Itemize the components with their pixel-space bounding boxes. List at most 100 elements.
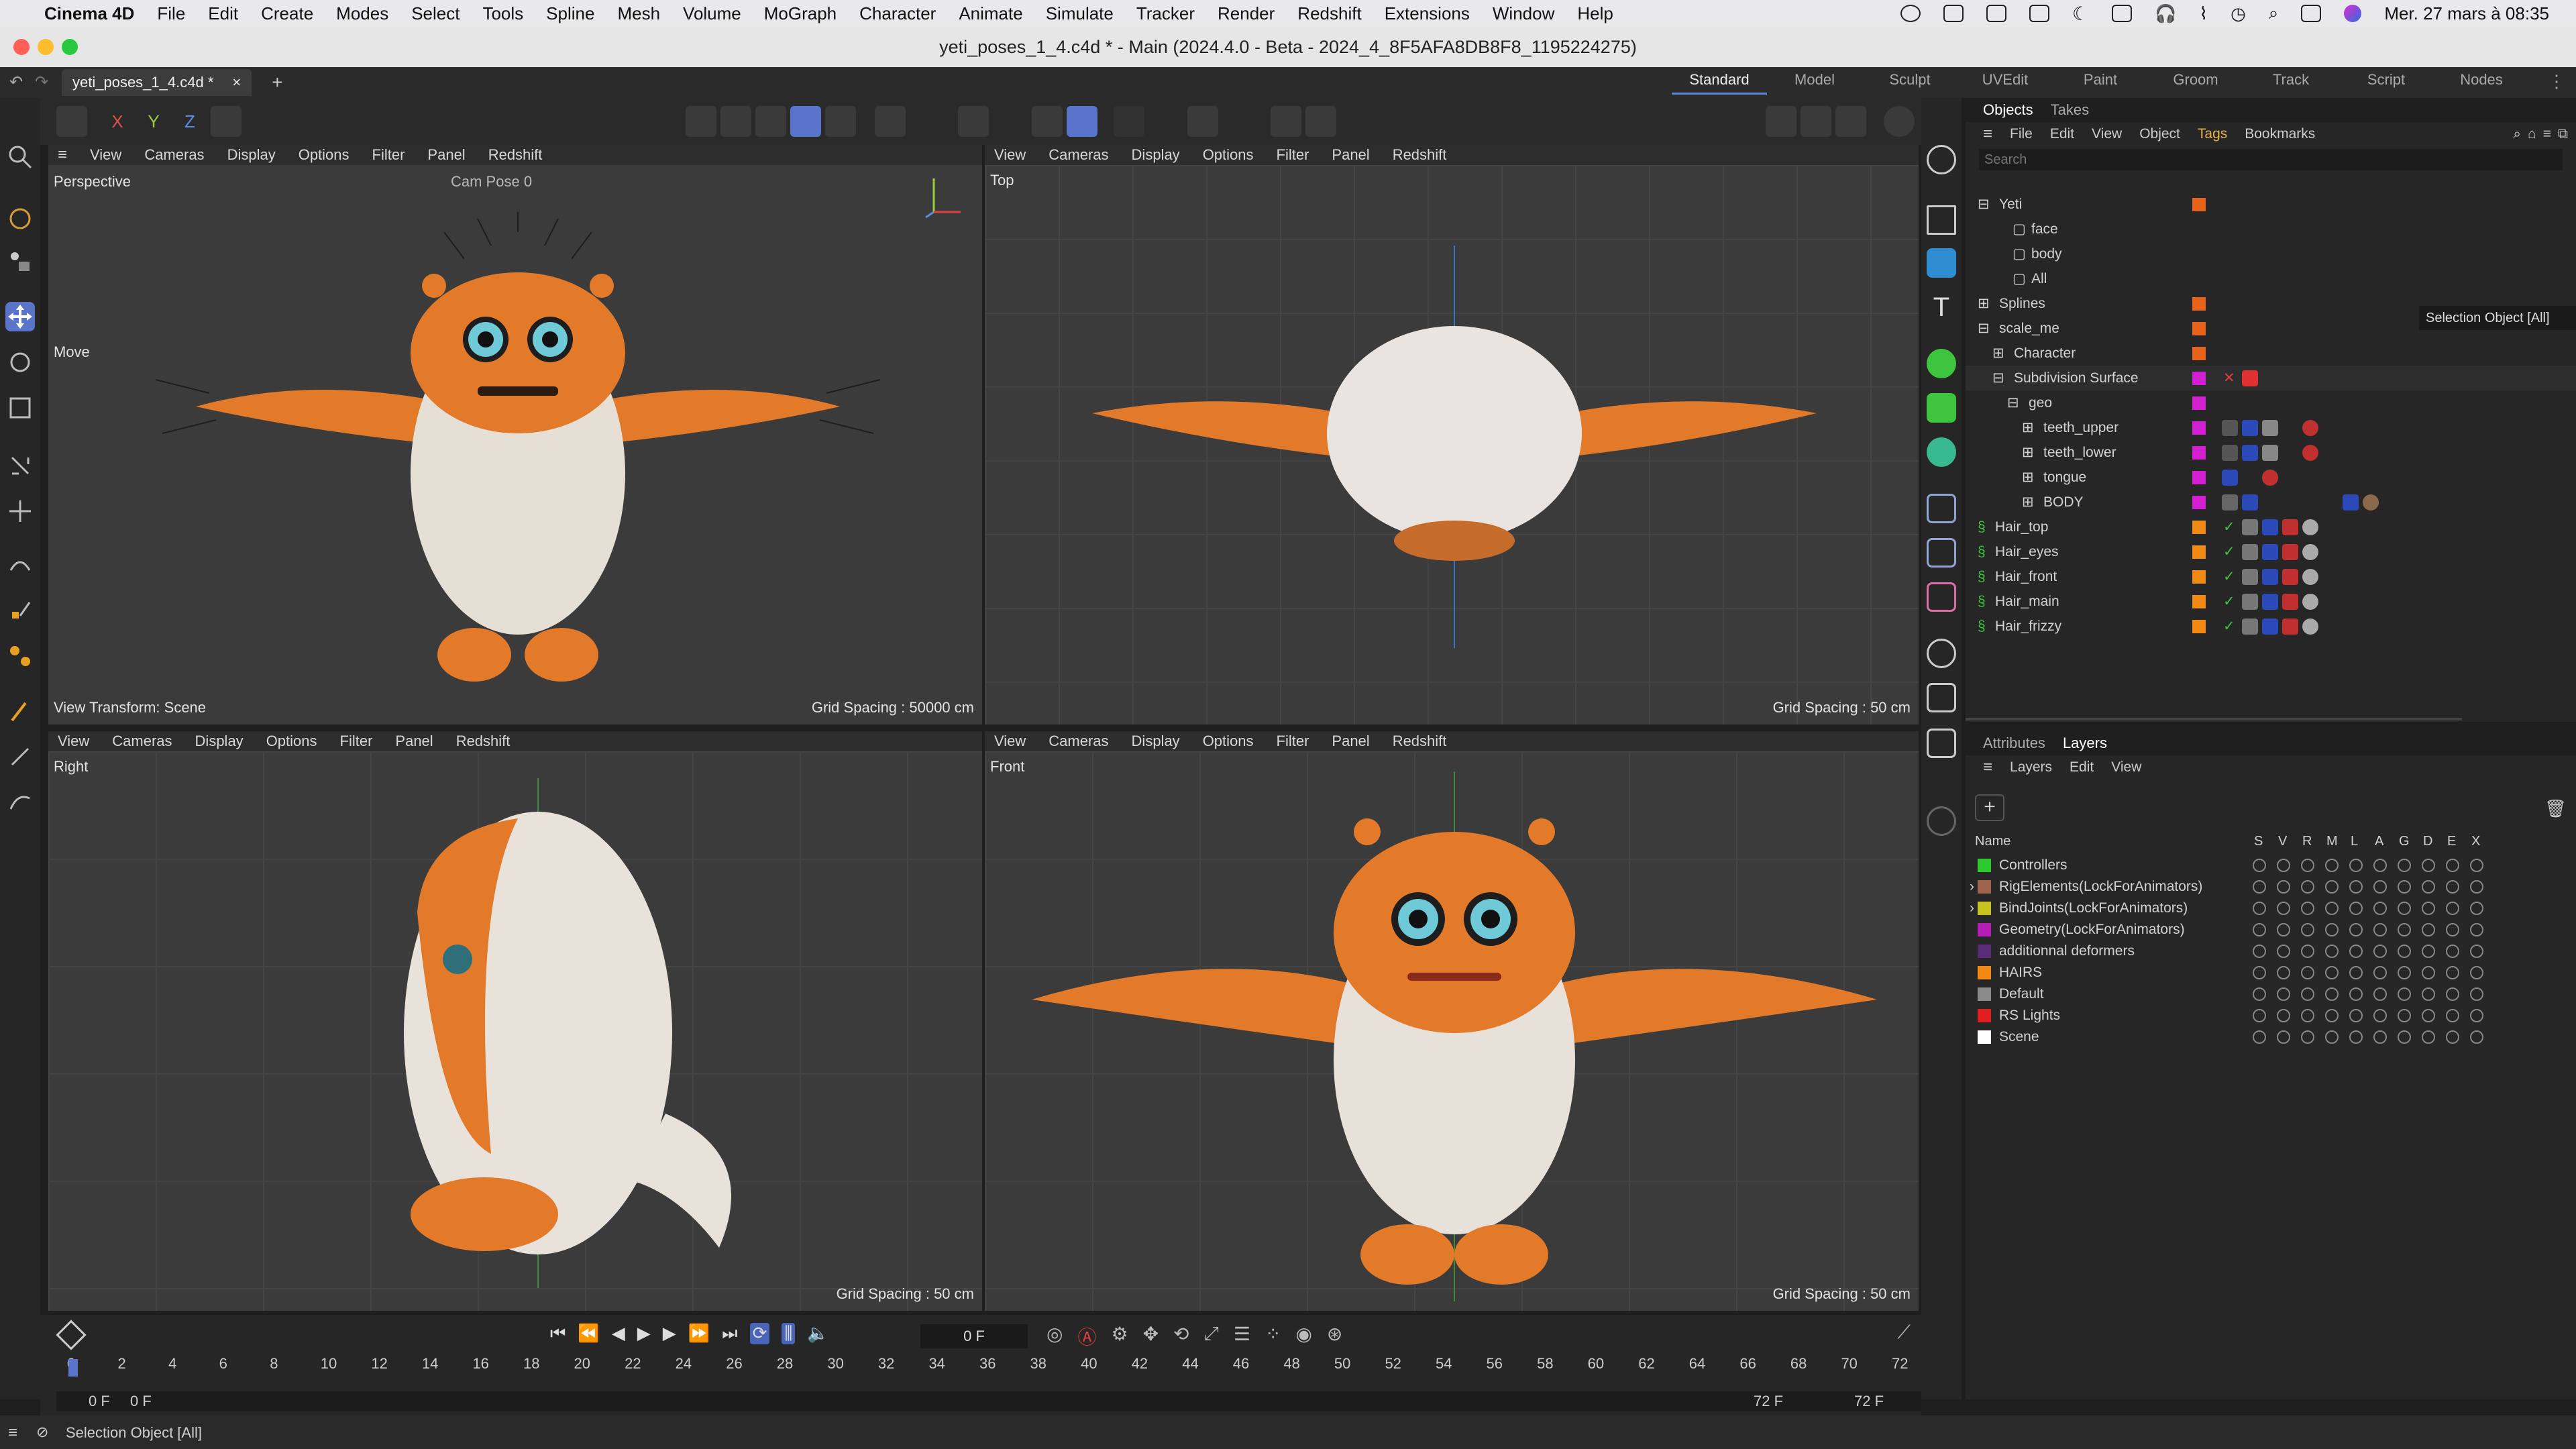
layer-toggle-icon[interactable] [2253,859,2266,872]
object-row[interactable]: § Hair_eyes ✓ [1966,539,2576,564]
menu-character[interactable]: Character [859,3,936,24]
magnet-icon[interactable] [958,106,989,137]
range-start[interactable]: 0 F [89,1393,110,1410]
layer-toggle-icon[interactable] [2253,966,2266,979]
menu-panel[interactable]: Panel [1332,733,1369,750]
tracker-icon[interactable] [1927,582,1956,612]
moon-icon[interactable]: ☾ [2072,3,2089,25]
layer-toggle-icon[interactable] [2349,966,2363,979]
menu-spline[interactable]: Spline [546,3,594,24]
layer-toggle-icon[interactable] [2470,966,2483,979]
expand-icon[interactable]: ⊟ [1978,316,1990,341]
menu-create[interactable]: Create [261,3,313,24]
menu-volume[interactable]: Volume [683,3,741,24]
texture-tag-icon[interactable] [2262,569,2278,585]
layer-color-swatch[interactable] [1978,945,1991,958]
menu-display[interactable]: Display [1132,733,1180,750]
layer-color-swatch[interactable] [2192,297,2206,311]
viewport-front[interactable]: View Cameras Display Options Filter Pane… [985,731,1919,1311]
rotate-tool-icon[interactable] [5,347,35,377]
layer-toggle-icon[interactable] [2446,923,2459,936]
layer-row[interactable]: › RigElements(LockForAnimators) [1966,876,2576,898]
placement-tool-icon[interactable] [5,496,35,526]
menu-window[interactable]: Window [1493,3,1554,24]
layer-toggle-icon[interactable] [2398,1009,2411,1022]
layout-uvedit[interactable]: UVEdit [1957,71,2053,95]
layer-color-swatch[interactable] [2192,595,2206,608]
layout-standard[interactable]: Standard [1672,71,1767,95]
control-center-icon[interactable] [2301,5,2322,22]
layer-toggle-icon[interactable] [2446,1009,2459,1022]
render-settings-icon[interactable] [1835,106,1866,137]
layer-toggle-icon[interactable] [2446,987,2459,1001]
menu-tools[interactable]: Tools [482,3,523,24]
mograph-icon[interactable] [1927,393,1956,423]
material-tag-icon[interactable] [2302,569,2318,585]
environment-icon[interactable] [1927,639,1956,668]
trash-icon[interactable]: 🗑 [2544,798,2567,819]
enabled-check-icon[interactable]: ✓ [2223,589,2235,614]
layer-toggle-icon[interactable] [2325,945,2339,958]
layer-toggle-icon[interactable] [2422,859,2435,872]
scene-icon[interactable] [1927,538,1956,568]
text-object-icon[interactable]: T [1927,292,1956,322]
menu-filter[interactable]: Filter [1277,146,1309,164]
expand-icon[interactable]: ⊞ [1978,291,1990,316]
battery-icon[interactable] [2111,5,2132,22]
layer-row[interactable]: Geometry(LockForAnimators) [1966,919,2576,941]
layer-color-swatch[interactable] [2192,347,2206,360]
menu-view[interactable]: View [994,146,1026,164]
undo-icon[interactable]: ↶ [9,72,23,92]
material-tag-icon[interactable] [2302,544,2318,560]
menu-options[interactable]: Options [299,146,350,164]
layer-toggle-icon[interactable] [2301,966,2314,979]
menu-options[interactable]: Options [1203,146,1254,164]
menu-render[interactable]: Render [1218,3,1275,24]
creative-cloud-icon[interactable] [1900,5,1921,22]
layer-color-swatch[interactable] [2192,396,2206,410]
camera-name[interactable]: Cam Pose 0 [451,173,532,191]
menu-view[interactable]: View [994,733,1026,750]
hamburger-icon[interactable]: ≡ [1983,758,1992,777]
hair-tag-icon[interactable] [2242,544,2258,560]
menu-simulate[interactable]: Simulate [1046,3,1114,24]
symmetry-settings-icon[interactable] [1222,106,1253,137]
tab-layers[interactable]: Layers [2063,735,2107,752]
enabled-check-icon[interactable]: ✓ [2223,539,2235,564]
more-icon[interactable]: ⋮ [2548,71,2565,92]
disabled-x-icon[interactable]: ✕ [2223,366,2235,390]
add-tab-button[interactable]: + [272,72,282,93]
layer-toggle-icon[interactable] [2446,902,2459,915]
home-icon[interactable]: ⌂ [2528,126,2536,142]
material-tag-icon[interactable] [2282,544,2298,560]
layout-paint[interactable]: Paint [2053,71,2148,95]
menu-cameras[interactable]: Cameras [144,146,204,164]
layer-color-swatch[interactable] [1978,987,1991,1001]
menu-display[interactable]: Display [195,733,244,750]
axis-settings-icon[interactable] [910,106,941,137]
move-tool-icon[interactable] [5,302,35,331]
layer-color-swatch[interactable] [2192,471,2206,484]
texture-tag-icon[interactable] [2262,619,2278,635]
layer-toggle-icon[interactable] [2422,945,2435,958]
viewport-top[interactable]: View Cameras Display Options Filter Pane… [985,145,1919,724]
object-row[interactable]: ⊞ teeth_lower [1966,440,2576,465]
layer-toggle-icon[interactable] [2301,945,2314,958]
object-row[interactable]: § Hair_frizzy ✓ [1966,614,2576,639]
layer-toggle-icon[interactable] [2301,987,2314,1001]
layer-toggle-icon[interactable] [2373,880,2387,894]
coordinate-system-icon[interactable] [211,106,241,137]
character-icon[interactable] [1927,145,1956,174]
texture-tag-icon[interactable] [2262,594,2278,610]
layer-color-swatch[interactable] [2192,421,2206,435]
texture-tag-icon[interactable] [2262,544,2278,560]
generator-icon[interactable] [1927,349,1956,378]
menu-animate[interactable]: Animate [959,3,1022,24]
texture-tag-icon[interactable] [2262,519,2278,535]
object-row[interactable]: ⊟ scale_me [1966,316,2576,341]
menu-filter[interactable]: Filter [340,733,373,750]
layer-toggle-icon[interactable] [2349,859,2363,872]
layer-toggle-icon[interactable] [2470,987,2483,1001]
layer-color-swatch[interactable] [2192,322,2206,335]
snap-workplane-icon[interactable] [1067,106,1097,137]
